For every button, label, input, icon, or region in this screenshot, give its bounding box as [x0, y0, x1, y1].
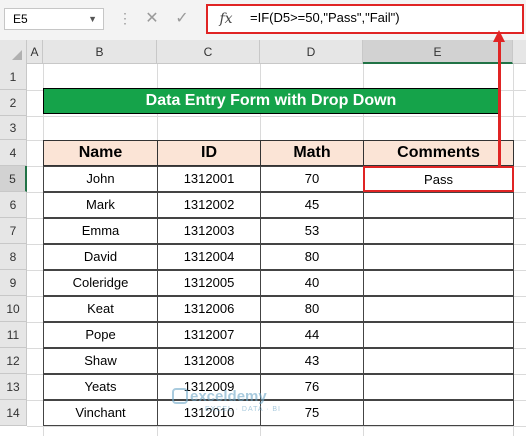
arrow-head-icon	[493, 30, 505, 42]
insert-function-button[interactable]: fx	[212, 6, 240, 32]
enter-button[interactable]: ✓	[172, 6, 192, 32]
header-id[interactable]: ID	[157, 140, 261, 166]
cell-math-8[interactable]: 80	[260, 244, 364, 270]
row-header-11[interactable]: 11	[0, 322, 27, 348]
header-comments[interactable]: Comments	[363, 140, 514, 166]
cell-name-12[interactable]: Shaw	[43, 348, 158, 374]
cell-name-10[interactable]: Keat	[43, 296, 158, 322]
column-header-a[interactable]: A	[27, 40, 43, 64]
cell-name-5[interactable]: John	[43, 166, 158, 192]
sheet-title: Data Entry Form with Drop Down	[43, 88, 499, 114]
cell-comments-8[interactable]	[363, 244, 514, 270]
cell-name-11[interactable]: Pope	[43, 322, 158, 348]
cell-name-8[interactable]: David	[43, 244, 158, 270]
cell-id-6[interactable]: 1312002	[157, 192, 261, 218]
cell-math-13[interactable]: 76	[260, 374, 364, 400]
cell-math-7[interactable]: 53	[260, 218, 364, 244]
header-math[interactable]: Math	[260, 140, 364, 166]
cell-comments-6[interactable]	[363, 192, 514, 218]
select-all-icon	[12, 50, 22, 60]
row-header-13[interactable]: 13	[0, 374, 27, 400]
row-header-3[interactable]: 3	[0, 116, 27, 140]
cell-name-7[interactable]: Emma	[43, 218, 158, 244]
cell-name-14[interactable]: Vinchant	[43, 400, 158, 426]
chevron-down-icon[interactable]: ▼	[88, 9, 97, 29]
column-header-b[interactable]: B	[43, 40, 157, 64]
cell-math-10[interactable]: 80	[260, 296, 364, 322]
cancel-button[interactable]: ✕	[142, 6, 162, 32]
cell-comments-14[interactable]	[363, 400, 514, 426]
gridline	[27, 116, 526, 117]
cell-id-12[interactable]: 1312008	[157, 348, 261, 374]
cell-id-5[interactable]: 1312001	[157, 166, 261, 192]
cell-id-9[interactable]: 1312005	[157, 270, 261, 296]
cell-math-11[interactable]: 44	[260, 322, 364, 348]
row-header-4[interactable]: 4	[0, 140, 27, 166]
cell-comments-9[interactable]	[363, 270, 514, 296]
cell-comments-11[interactable]	[363, 322, 514, 348]
cell-math-9[interactable]: 40	[260, 270, 364, 296]
row-header-12[interactable]: 12	[0, 348, 27, 374]
row-header-6[interactable]: 6	[0, 192, 27, 218]
cell-id-11[interactable]: 1312007	[157, 322, 261, 348]
exceldemy-logo-icon	[172, 388, 188, 404]
cell-math-6[interactable]: 45	[260, 192, 364, 218]
cell-name-9[interactable]: Coleridge	[43, 270, 158, 296]
cell-comments-7[interactable]	[363, 218, 514, 244]
cell-name-6[interactable]: Mark	[43, 192, 158, 218]
drag-handle-icon[interactable]: ⋮	[118, 8, 132, 30]
row-header-9[interactable]: 9	[0, 270, 27, 296]
annotation-arrow	[498, 42, 501, 166]
column-header-e[interactable]: E	[363, 40, 513, 64]
header-name[interactable]: Name	[43, 140, 158, 166]
row-header-8[interactable]: 8	[0, 244, 27, 270]
row-header-2[interactable]: 2	[0, 90, 27, 116]
cell-comments-13[interactable]	[363, 374, 514, 400]
formula-input[interactable]: =IF(D5>=50,"Pass","Fail")	[250, 10, 400, 25]
cell-math-12[interactable]: 43	[260, 348, 364, 374]
cell-comments-10[interactable]	[363, 296, 514, 322]
watermark-tagline: EXCEL · DATA · BI	[205, 406, 281, 413]
row-header-7[interactable]: 7	[0, 218, 27, 244]
cell-id-8[interactable]: 1312004	[157, 244, 261, 270]
watermark-name: exceldemy	[190, 388, 267, 405]
cell-comments-5[interactable]: Pass	[363, 166, 514, 192]
cell-name-13[interactable]: Yeats	[43, 374, 158, 400]
row-header-1[interactable]: 1	[0, 64, 27, 90]
cell-comments-12[interactable]	[363, 348, 514, 374]
cell-math-5[interactable]: 70	[260, 166, 364, 192]
gridline	[27, 426, 526, 427]
cell-math-14[interactable]: 75	[260, 400, 364, 426]
cell-id-7[interactable]: 1312003	[157, 218, 261, 244]
column-header-c[interactable]: C	[157, 40, 260, 64]
name-box[interactable]: E5 ▼	[4, 8, 104, 30]
column-header-d[interactable]: D	[260, 40, 363, 64]
name-box-value: E5	[13, 12, 28, 26]
row-header-5[interactable]: 5	[0, 166, 27, 192]
row-header-10[interactable]: 10	[0, 296, 27, 322]
cell-id-10[interactable]: 1312006	[157, 296, 261, 322]
row-header-14[interactable]: 14	[0, 400, 27, 426]
